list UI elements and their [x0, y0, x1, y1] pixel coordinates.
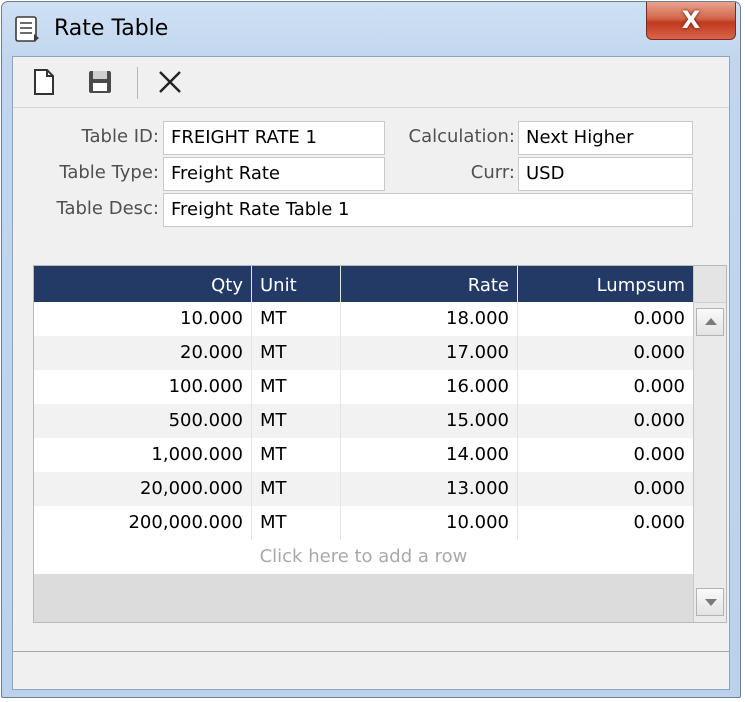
window-app-icon — [15, 16, 39, 42]
lumpsum-cell[interactable]: 0.000 — [518, 336, 693, 370]
rate-cell[interactable]: 18.000 — [341, 302, 518, 336]
lumpsum-cell[interactable]: 0.000 — [518, 438, 693, 472]
new-button[interactable] — [27, 65, 61, 99]
table-row[interactable]: 10.000 MT 18.000 0.000 — [34, 302, 693, 336]
save-button[interactable] — [83, 65, 117, 99]
table-row[interactable]: 200,000.000 MT 10.000 0.000 — [34, 506, 693, 540]
table-desc-field[interactable]: Freight Rate Table 1 — [163, 193, 693, 227]
table-desc-label: Table Desc: — [56, 198, 159, 219]
rate-cell[interactable]: 17.000 — [341, 336, 518, 370]
close-icon: X — [681, 6, 701, 34]
lumpsum-cell[interactable]: 0.000 — [518, 472, 693, 506]
rate-cell[interactable]: 10.000 — [341, 506, 518, 540]
curr-label: Curr: — [470, 162, 515, 183]
rate-cell[interactable]: 16.000 — [341, 370, 518, 404]
arrow-up-icon — [705, 318, 717, 325]
unit-cell[interactable]: MT — [252, 506, 341, 540]
unit-cell[interactable]: MT — [252, 472, 341, 506]
column-header-unit[interactable]: Unit — [252, 266, 341, 302]
delete-button[interactable] — [153, 65, 187, 99]
toolbar — [13, 57, 729, 108]
unit-cell[interactable]: MT — [252, 370, 341, 404]
title-bar[interactable]: Rate Table X — [2, 2, 740, 54]
calculation-label: Calculation: — [408, 126, 515, 147]
lumpsum-cell[interactable]: 0.000 — [518, 302, 693, 336]
qty-cell[interactable]: 20.000 — [34, 336, 252, 370]
lumpsum-cell[interactable]: 0.000 — [518, 370, 693, 404]
status-bar — [13, 651, 729, 689]
table-row[interactable]: 20,000.000 MT 13.000 0.000 — [34, 472, 693, 506]
rate-cell[interactable]: 14.000 — [341, 438, 518, 472]
table-id-field[interactable]: FREIGHT RATE 1 — [163, 121, 385, 155]
rate-cell[interactable]: 13.000 — [341, 472, 518, 506]
table-row[interactable]: 1,000.000 MT 14.000 0.000 — [34, 438, 693, 472]
table-row[interactable]: 500.000 MT 15.000 0.000 — [34, 404, 693, 438]
column-header-qty[interactable]: Qty — [34, 266, 252, 302]
save-icon — [89, 71, 111, 93]
calculation-field[interactable]: Next Higher — [518, 121, 693, 155]
close-button[interactable]: X — [646, 2, 736, 40]
table-type-field[interactable]: Freight Rate — [163, 157, 385, 191]
table-id-label: Table ID: — [81, 126, 159, 147]
rate-table-window: Rate Table X Table ID: FREIGHT RATE 1 Ta… — [1, 1, 741, 698]
table-row[interactable]: 20.000 MT 17.000 0.000 — [34, 336, 693, 370]
qty-cell[interactable]: 20,000.000 — [34, 472, 252, 506]
qty-cell[interactable]: 10.000 — [34, 302, 252, 336]
scroll-down-button[interactable] — [696, 588, 724, 616]
delete-x-icon — [159, 71, 181, 93]
qty-cell[interactable]: 500.000 — [34, 404, 252, 438]
unit-cell[interactable]: MT — [252, 302, 341, 336]
curr-field[interactable]: USD — [518, 157, 693, 191]
arrow-down-icon — [705, 599, 717, 606]
vertical-scrollbar[interactable] — [693, 266, 726, 622]
toolbar-separator — [137, 67, 138, 99]
table-row[interactable]: 100.000 MT 16.000 0.000 — [34, 370, 693, 404]
rate-cell[interactable]: 15.000 — [341, 404, 518, 438]
window-title: Rate Table — [54, 16, 169, 41]
grid-header: Qty Unit Rate Lumpsum — [34, 266, 693, 302]
qty-cell[interactable]: 200,000.000 — [34, 506, 252, 540]
unit-cell[interactable]: MT — [252, 336, 341, 370]
unit-cell[interactable]: MT — [252, 404, 341, 438]
window-client-area: Table ID: FREIGHT RATE 1 Table Type: Fre… — [12, 56, 730, 690]
unit-cell[interactable]: MT — [252, 438, 341, 472]
new-document-icon — [34, 69, 54, 95]
column-header-lumpsum[interactable]: Lumpsum — [518, 266, 693, 302]
rates-grid: Qty Unit Rate Lumpsum 10.000 MT 18.000 0… — [33, 265, 727, 623]
column-header-rate[interactable]: Rate — [341, 266, 518, 302]
table-type-label: Table Type: — [59, 162, 159, 183]
scroll-up-button[interactable] — [696, 308, 724, 336]
qty-cell[interactable]: 100.000 — [34, 370, 252, 404]
qty-cell[interactable]: 1,000.000 — [34, 438, 252, 472]
lumpsum-cell[interactable]: 0.000 — [518, 506, 693, 540]
add-row-button[interactable]: Click here to add a row — [34, 540, 693, 574]
scrollbar-header-corner — [694, 266, 726, 303]
lumpsum-cell[interactable]: 0.000 — [518, 404, 693, 438]
